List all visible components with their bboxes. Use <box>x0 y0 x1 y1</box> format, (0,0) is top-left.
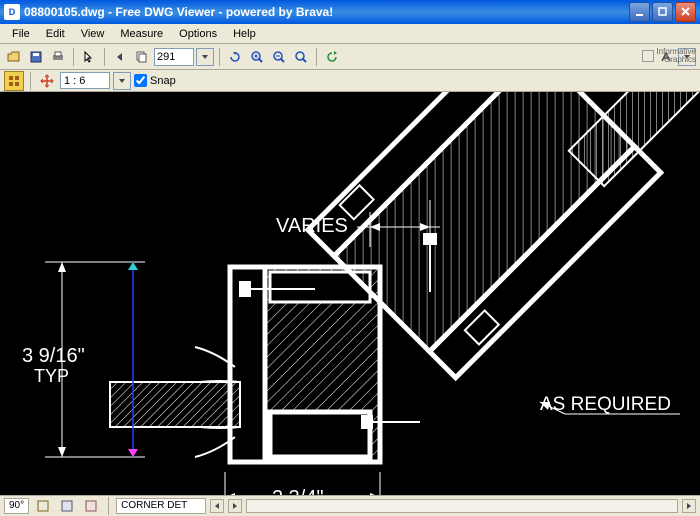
menu-bar: File Edit View Measure Options Help <box>0 24 700 44</box>
menu-measure[interactable]: Measure <box>112 26 171 42</box>
window-buttons <box>629 2 696 22</box>
zoom-out-button[interactable] <box>269 47 289 67</box>
status-icon-3[interactable] <box>81 496 101 516</box>
status-icon-1[interactable] <box>33 496 53 516</box>
scroll-left[interactable] <box>210 499 224 513</box>
select-button[interactable] <box>79 47 99 67</box>
menu-file[interactable]: File <box>4 26 38 42</box>
svg-text:3 9/16": 3 9/16" <box>22 345 85 367</box>
brand-logo: InformativeGraphics <box>642 48 696 64</box>
sheet-tab[interactable]: CORNER DET <box>116 498 206 514</box>
move-button[interactable] <box>37 71 57 91</box>
open-button[interactable] <box>4 47 24 67</box>
rotate-left-button[interactable] <box>225 47 245 67</box>
svg-text:TYP: TYP <box>34 366 69 386</box>
drawing-canvas[interactable]: 3 9/16" TYP VARIES 2 3/4" AS REQUIRED <box>0 92 700 495</box>
ratio-dropdown[interactable] <box>113 72 131 90</box>
save-button[interactable] <box>26 47 46 67</box>
scroll-right-2[interactable] <box>682 499 696 513</box>
scrollbar-track[interactable] <box>246 499 678 513</box>
menu-edit[interactable]: Edit <box>38 26 73 42</box>
menu-options[interactable]: Options <box>171 26 225 42</box>
toolbar-secondary: 1 : 6 Snap <box>0 70 700 92</box>
snap-check[interactable] <box>134 74 147 87</box>
menu-help[interactable]: Help <box>225 26 264 42</box>
separator <box>104 48 105 66</box>
menu-view[interactable]: View <box>73 26 113 42</box>
logo-icon <box>642 50 654 62</box>
status-icon-2[interactable] <box>57 496 77 516</box>
scroll-right[interactable] <box>228 499 242 513</box>
toolbar-main <box>0 44 700 70</box>
separator <box>108 497 109 515</box>
print-button[interactable] <box>48 47 68 67</box>
snap-checkbox[interactable]: Snap <box>134 74 176 87</box>
svg-text:AS REQUIRED: AS REQUIRED <box>540 394 671 415</box>
separator <box>30 72 31 90</box>
grid-button[interactable] <box>4 71 24 91</box>
separator <box>73 48 74 66</box>
svg-text:2 3/4": 2 3/4" <box>272 487 324 495</box>
maximize-button[interactable] <box>652 2 673 22</box>
title-bar: D 08800105.dwg - Free DWG Viewer - power… <box>0 0 700 24</box>
status-bar: 90° CORNER DET <box>0 495 700 515</box>
zoom-in-button[interactable] <box>247 47 267 67</box>
page-dropdown[interactable] <box>196 48 214 66</box>
separator <box>219 48 220 66</box>
prev-page-button[interactable] <box>110 47 130 67</box>
separator <box>316 48 317 66</box>
window-title: 08800105.dwg - Free DWG Viewer - powered… <box>24 5 629 19</box>
svg-text:VARIES: VARIES <box>276 215 348 237</box>
zoom-fit-button[interactable] <box>291 47 311 67</box>
refresh-button[interactable] <box>322 47 342 67</box>
app-icon: D <box>4 4 20 20</box>
minimize-button[interactable] <box>629 2 650 22</box>
snap-label: Snap <box>150 75 176 87</box>
angle-box: 90° <box>4 498 29 514</box>
ratio-input[interactable]: 1 : 6 <box>60 72 110 89</box>
copy-button[interactable] <box>132 47 152 67</box>
close-button[interactable] <box>675 2 696 22</box>
page-input[interactable] <box>154 48 194 66</box>
